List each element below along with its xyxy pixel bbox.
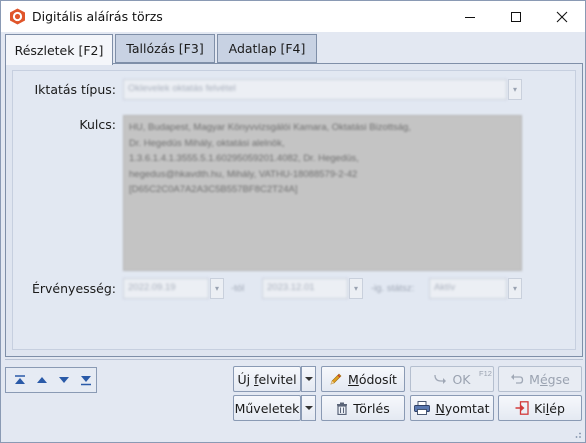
date-to-picker-button[interactable]: ▾ [349,278,363,299]
return-arrow-icon [434,374,447,384]
printer-icon [414,401,431,415]
iktatas-dropdown-button[interactable]: ▾ [508,79,522,100]
chevron-down-icon [304,406,313,410]
maximize-button[interactable] [493,1,539,32]
kilep-label-rest: ép [549,400,565,416]
megse-button[interactable]: Mégse [498,366,582,392]
nyomtat-button[interactable]: Nyomtat [410,395,494,421]
resize-grip-icon[interactable] [572,429,582,439]
details-panel: Iktatás típus: Oklevelek oktatás felvéte… [5,63,583,357]
tab-reszletek[interactable]: Részletek [F2] [5,34,113,65]
ok-shortcut-hint: F12 [479,369,492,378]
minimize-button[interactable] [447,1,493,32]
iktatas-tipus-label: Iktatás típus: [34,82,117,97]
next-record-button[interactable] [57,373,71,387]
first-record-button[interactable] [13,373,27,387]
close-icon [556,11,568,22]
megse-accel: é [539,371,548,387]
undo-icon [511,374,524,384]
window-title: Digitális aláírás törzs [32,9,163,24]
megse-label: M [529,371,540,387]
status-select[interactable]: Aktív [429,278,507,299]
chevron-down-icon [304,377,313,381]
footer-divider [5,359,583,360]
tol-label: -tól [231,283,245,294]
modosit-accel: M [348,371,359,387]
minimize-icon [465,16,475,18]
pencil-icon [330,373,342,385]
exit-door-icon [515,401,529,415]
last-record-icon [81,376,91,386]
down-arrow-icon [59,377,69,383]
details-form: Iktatás típus: Oklevelek oktatás felvéte… [12,70,576,350]
nyomtat-accel: N [435,400,445,416]
date-from-input[interactable]: 2022.09.19 [123,278,209,299]
close-button[interactable] [539,1,585,32]
muveletek-dropdown-button[interactable] [301,395,316,421]
iktatas-tipus-select[interactable]: Oklevelek oktatás felvétel [123,79,507,100]
first-record-icon [15,375,25,384]
kulcs-textarea[interactable]: HU, Budapest, Magyar Könyvvizsgálói Kama… [123,115,522,271]
maximize-icon [511,11,521,22]
torles-label: Törlés [353,400,390,416]
muveletek-button[interactable]: Műveletek [233,395,301,421]
prev-record-button[interactable] [35,373,49,387]
chevron-down-icon: ▾ [512,284,517,293]
modosit-button[interactable]: Módosít [321,366,405,392]
uj-felvitel-button[interactable]: Új felvitel [233,366,301,392]
muveletek-label: Műveletek [234,400,300,416]
app-logo-icon [10,8,25,25]
modosit-label: ódosít [358,371,397,387]
tab-adatlap[interactable]: Adatlap [F4] [217,34,317,63]
kilep-label: Ki [534,400,546,416]
up-arrow-icon [37,377,47,383]
uj-felvitel-label: Új [237,371,255,387]
torles-button[interactable]: Törlés [321,395,405,421]
status-dropdown-button[interactable]: ▾ [508,278,522,299]
chevron-down-icon: ▾ [353,284,358,293]
last-record-button[interactable] [79,373,93,387]
title-bar: Digitális aláírás törzs [1,1,585,32]
date-to-input[interactable]: 2023.12.01 [262,278,348,299]
ig-status-label: -ig. státsz: [371,283,415,294]
kilep-button[interactable]: Kilép [498,395,582,421]
ervenyesseg-label: Érvényesség: [32,281,116,296]
chevron-down-icon: ▾ [214,284,219,293]
ok-label: OK [452,371,471,387]
date-from-picker-button[interactable]: ▾ [210,278,224,299]
kulcs-label: Kulcs: [79,117,116,132]
trash-icon [337,402,348,415]
record-navigator [5,367,97,393]
dialog-window: Digitális aláírás törzs Részletek [F2] T… [0,0,586,443]
chevron-down-icon: ▾ [512,85,517,94]
nyomtat-label: yomtat [444,400,490,416]
tab-tallozas[interactable]: Tallózás [F3] [115,34,215,63]
megse-label-rest: gse [547,371,570,387]
uj-felvitel-dropdown-button[interactable] [301,366,316,392]
uj-felvitel-label-rest: elvitel [258,371,297,387]
